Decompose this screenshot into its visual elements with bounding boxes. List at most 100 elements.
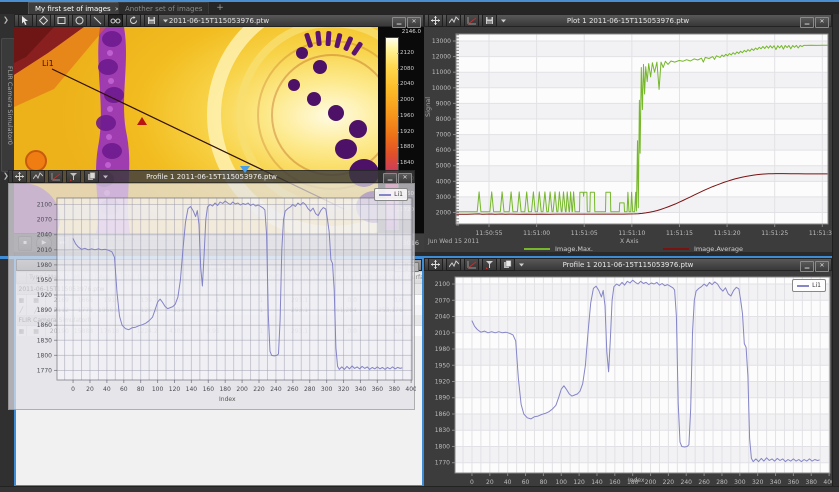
profile-chart-svg[interactable]: 0204060801001201401601802002202402602803… <box>424 271 832 487</box>
minimize-button[interactable]: ▁ <box>383 173 397 184</box>
plot1-chart-svg[interactable]: 11:50:5511:51:0011:51:0511:51:1011:51:15… <box>424 27 832 239</box>
svg-text:240: 240 <box>681 479 693 486</box>
application-window: My first set of images ✕ Another set of … <box>0 0 839 492</box>
red-line-plot-icon[interactable] <box>48 170 63 183</box>
legend-label: Image.Max. <box>555 245 593 253</box>
svg-text:200: 200 <box>645 479 657 486</box>
svg-text:60: 60 <box>522 479 530 486</box>
pan-tool-icon[interactable] <box>428 258 443 271</box>
profile-legend[interactable]: Li1 <box>792 279 826 292</box>
thermal-window-titlebar[interactable]: 2011-06-15T115053976.ptw ▁ ✕ <box>14 14 424 27</box>
plot1-titlebar[interactable]: Plot 1 2011-06-15T115053976.ptw ▁ ✕ <box>424 14 832 27</box>
svg-text:1980: 1980 <box>435 346 450 353</box>
svg-text:40: 40 <box>103 386 111 393</box>
dropdown-icon[interactable] <box>518 261 525 268</box>
svg-text:320: 320 <box>338 386 350 393</box>
legend-label: Image.Average <box>694 245 743 253</box>
plot1-legend: Image.Max. Image.Average <box>524 245 743 253</box>
svg-text:340: 340 <box>355 386 367 393</box>
svg-text:0: 0 <box>71 386 75 393</box>
minimize-button[interactable]: ▁ <box>800 17 814 28</box>
ellipse-roi-icon[interactable] <box>72 14 87 27</box>
li1-line-label: Li1 <box>42 59 54 68</box>
svg-text:300: 300 <box>734 479 746 486</box>
legend-item-average[interactable]: Image.Average <box>663 245 743 253</box>
glasses-tool-icon[interactable] <box>108 14 123 27</box>
copy-pages-icon[interactable] <box>84 170 99 183</box>
line-roi-icon[interactable] <box>90 14 105 27</box>
plot1-xlabel: X Axis <box>620 238 638 245</box>
profile-chart[interactable]: 0204060801001201401601802002202402602803… <box>424 271 832 491</box>
drag-position-marker <box>240 166 250 173</box>
line-plot-icon[interactable] <box>446 14 461 27</box>
expand-panel-icon[interactable]: ❯ <box>3 16 9 24</box>
close-button[interactable]: ✕ <box>407 17 421 28</box>
svg-text:160: 160 <box>203 386 215 393</box>
plot1-body: Signal 11:50:5511:51:0011:51:0511:51:101… <box>424 27 832 252</box>
profile-titlebar[interactable]: Profile 1 2011-06-15T115053976.ptw ▁ ✕ <box>424 258 832 271</box>
svg-text:60: 60 <box>120 386 128 393</box>
new-tab-button[interactable]: + <box>214 2 226 14</box>
svg-text:11:51:20: 11:51:20 <box>714 230 741 237</box>
dragged-profile-chart[interactable]: 0204060801001201401601802002202402602803… <box>9 184 416 415</box>
line-plot-icon[interactable] <box>446 258 461 271</box>
minimize-button[interactable]: ▁ <box>800 261 814 272</box>
dragged-profile-legend[interactable]: Li1 <box>374 188 408 201</box>
dragged-profile-chart-svg[interactable]: 0204060801001201401601802002202402602803… <box>9 184 416 411</box>
plot1-chart[interactable]: 11:50:5511:51:0011:51:0511:51:1011:51:15… <box>424 27 832 243</box>
svg-text:200: 200 <box>236 386 248 393</box>
plot1-date-label: Jun Wed 15 2011 <box>428 238 479 245</box>
svg-text:2100: 2100 <box>435 281 450 288</box>
dragged-profile-window[interactable]: Profile 1 2011-06-15T115053976.ptw ▁ ✕ 0… <box>8 170 415 410</box>
svg-text:2070: 2070 <box>435 297 450 304</box>
svg-text:1890: 1890 <box>37 307 52 314</box>
close-button[interactable]: ✕ <box>398 173 412 184</box>
cursor-tool-icon[interactable] <box>18 14 33 27</box>
camera-panel-tab[interactable]: FLIR Camera Simulator0 <box>1 38 15 172</box>
svg-text:2010: 2010 <box>435 330 450 337</box>
dropdown-icon[interactable] <box>162 17 169 24</box>
svg-text:11000: 11000 <box>432 69 451 76</box>
rectangle-roi-icon[interactable] <box>54 14 69 27</box>
line-plot-icon[interactable] <box>30 170 45 183</box>
pan-tool-icon[interactable] <box>428 14 443 27</box>
close-button[interactable]: ✕ <box>815 261 829 272</box>
svg-text:100: 100 <box>556 479 568 486</box>
save-icon[interactable] <box>144 14 159 27</box>
red-line-plot-icon[interactable] <box>464 258 479 271</box>
flag-icon[interactable] <box>482 258 497 271</box>
svg-text:380: 380 <box>389 386 401 393</box>
svg-text:0: 0 <box>470 479 474 486</box>
flag-icon[interactable] <box>66 170 81 183</box>
svg-text:400: 400 <box>405 386 416 393</box>
right-dock-strip <box>832 14 839 492</box>
rotate-icon[interactable] <box>126 14 141 27</box>
tab-label: Another set of images <box>125 5 202 13</box>
svg-text:300: 300 <box>321 386 333 393</box>
svg-text:140: 140 <box>186 386 198 393</box>
svg-text:6000: 6000 <box>436 147 451 154</box>
svg-text:2040: 2040 <box>435 314 450 321</box>
red-line-plot-icon[interactable] <box>464 14 479 27</box>
dropdown-icon[interactable] <box>102 173 109 180</box>
svg-text:220: 220 <box>253 386 265 393</box>
dragged-profile-titlebar[interactable]: Profile 1 2011-06-15T115053976.ptw ▁ ✕ <box>8 170 415 183</box>
svg-text:1950: 1950 <box>37 277 52 284</box>
colorbar-tick-label: 2000 <box>400 97 414 103</box>
svg-text:1770: 1770 <box>37 367 52 374</box>
close-button[interactable]: ✕ <box>815 17 829 28</box>
minimize-button[interactable]: ▁ <box>392 17 406 28</box>
copy-pages-icon[interactable] <box>500 258 515 271</box>
svg-text:8000: 8000 <box>436 116 451 123</box>
diamond-roi-icon[interactable] <box>36 14 51 27</box>
svg-text:260: 260 <box>698 479 710 486</box>
pan-tool-icon[interactable] <box>12 170 27 183</box>
legend-item-max[interactable]: Image.Max. <box>524 245 593 253</box>
save-icon[interactable] <box>482 14 497 27</box>
svg-text:1800: 1800 <box>435 443 450 450</box>
svg-text:2000: 2000 <box>436 210 451 217</box>
profile-xlabel: Index <box>628 477 645 484</box>
profile-body: 0204060801001201401601802002202402602803… <box>424 271 832 492</box>
dropdown-icon[interactable] <box>500 17 507 24</box>
svg-text:1860: 1860 <box>435 411 450 418</box>
